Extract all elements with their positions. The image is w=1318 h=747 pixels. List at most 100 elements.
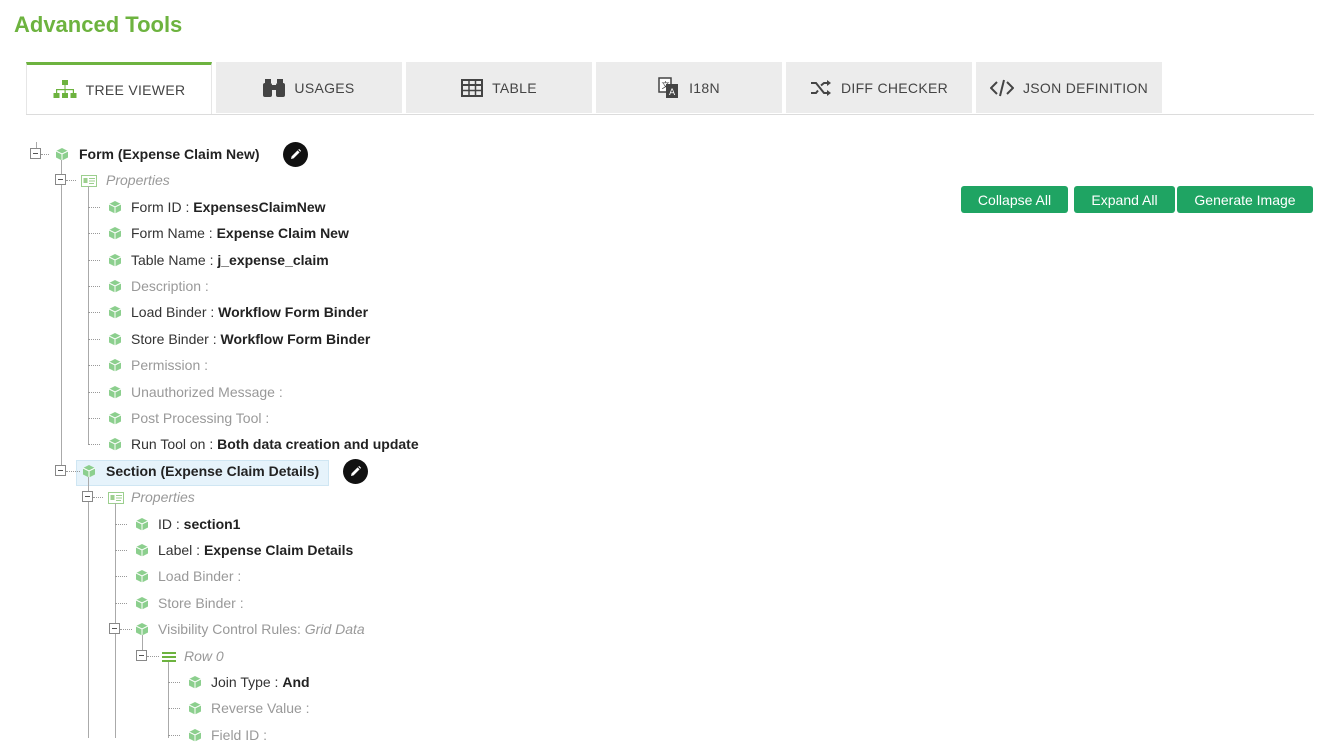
connector	[120, 629, 132, 631]
connector	[147, 655, 159, 657]
property-value: Expense Claim New	[216, 225, 349, 242]
tab-label: USAGES	[294, 79, 355, 96]
property-key: Join Type :	[211, 674, 283, 690]
property-key: Load Binder :	[131, 304, 219, 321]
tab-table[interactable]: TABLE	[406, 62, 592, 113]
collapse-toggle[interactable]	[55, 174, 66, 186]
collapse-toggle[interactable]	[109, 623, 120, 635]
connector	[88, 391, 100, 393]
page-title: Advanced Tools	[14, 12, 183, 37]
property-value: section1	[183, 515, 241, 532]
property-item: Permission :	[131, 357, 208, 373]
collapse-toggle[interactable]	[55, 464, 66, 476]
property-key: Permission :	[131, 357, 209, 374]
tab-usages[interactable]: USAGES	[216, 62, 402, 113]
binoculars-icon	[263, 78, 286, 97]
connector	[88, 476, 89, 738]
property-key: Section (Expense Claim Details)	[106, 462, 320, 479]
connector	[115, 523, 127, 525]
cube-icon	[108, 437, 122, 456]
connector	[115, 503, 116, 738]
connector	[142, 635, 143, 650]
connector	[115, 550, 127, 551]
cube-icon	[135, 596, 149, 615]
connector	[88, 418, 100, 419]
property-key: Form ID :	[131, 198, 194, 215]
cube-icon	[108, 358, 122, 377]
cube-icon	[188, 675, 202, 694]
connector	[168, 734, 180, 736]
collapse-toggle[interactable]	[136, 649, 147, 661]
tab-label: I18N	[689, 79, 720, 96]
generate-image-button[interactable]: Generate Image	[1177, 186, 1313, 213]
property-value: Workflow Form Binder	[218, 304, 369, 321]
properties-icon	[108, 491, 124, 509]
connector	[115, 576, 127, 578]
connector	[88, 444, 100, 446]
property-key: Post Processing Tool :	[131, 410, 270, 426]
section-node-label: Section (Expense Claim Details)	[106, 463, 319, 479]
property-key: Properties	[106, 172, 170, 189]
property-value: And	[282, 674, 310, 690]
property-item: ID : section1	[158, 516, 240, 532]
row-node-label: Row 0	[184, 648, 224, 664]
table-icon	[461, 78, 484, 97]
property-item: Join Type : And	[211, 674, 310, 690]
property-item: Label : Expense Claim Details	[158, 542, 353, 558]
tab-diff-checker[interactable]: DIFF CHECKER	[786, 62, 972, 113]
collapse-toggle[interactable]	[82, 491, 93, 503]
sitemap-icon	[53, 79, 77, 98]
property-key: Form (Expense Claim New)	[79, 146, 260, 162]
property-key: Table Name :	[131, 251, 218, 268]
edit-button[interactable]	[283, 142, 308, 167]
code-icon	[989, 79, 1014, 96]
property-key: Row 0	[184, 647, 224, 664]
tab-tree-viewer[interactable]: TREE VIEWER	[26, 62, 212, 114]
cube-icon	[108, 253, 122, 272]
expand-all-button[interactable]: Expand All	[1074, 186, 1175, 213]
property-item: Form ID : ExpensesClaimNew	[131, 199, 326, 215]
shuffle-icon	[810, 79, 831, 96]
connector	[88, 365, 100, 367]
cube-icon	[108, 332, 122, 351]
property-value: ExpensesClaimNew	[193, 198, 326, 215]
property-key: Label :	[158, 542, 204, 558]
properties-node-label: Properties	[106, 172, 170, 188]
property-item: Store Binder : Workflow Form Binder	[131, 331, 370, 347]
connector	[88, 233, 100, 235]
property-key: Grid Data	[304, 621, 365, 638]
connector	[88, 312, 100, 314]
property-value: Both data creation and update	[217, 436, 419, 453]
cube-icon	[108, 305, 122, 324]
edit-button[interactable]	[343, 458, 368, 484]
cube-icon	[108, 411, 122, 430]
language-icon: 文 A	[658, 76, 679, 98]
connector	[88, 338, 100, 340]
tab-bar: TREE VIEWER USAGES TABLE 文 A I18N DIFF C…	[26, 62, 1314, 115]
cube-icon	[82, 464, 96, 483]
connector	[93, 497, 103, 499]
pencil-icon	[291, 148, 302, 159]
property-key: Field ID :	[211, 726, 268, 743]
collapse-toggle[interactable]	[30, 148, 41, 159]
property-item: Run Tool on : Both data creation and upd…	[131, 436, 419, 452]
tab-i18n[interactable]: 文 A I18N	[596, 62, 782, 113]
property-key: Form Name :	[131, 225, 217, 242]
connector	[88, 206, 100, 208]
tab-label: TABLE	[492, 79, 537, 96]
property-key: ID :	[158, 515, 184, 532]
connector	[168, 682, 180, 683]
svg-text:A: A	[669, 88, 676, 98]
property-item: Unauthorized Message :	[131, 384, 283, 400]
property-key: Description :	[131, 278, 209, 294]
property-item: Table Name : j_expense_claim	[131, 252, 329, 268]
property-key: Properties	[131, 489, 195, 506]
tab-json-definition[interactable]: JSON DEFINITION	[976, 62, 1162, 113]
property-item: Form Name : Expense Claim New	[131, 225, 349, 241]
property-item: Load Binder : Workflow Form Binder	[131, 304, 368, 320]
cube-icon	[188, 701, 202, 720]
property-item: Post Processing Tool :	[131, 410, 269, 426]
cube-icon	[108, 226, 122, 245]
connector	[168, 661, 169, 738]
collapse-all-button[interactable]: Collapse All	[961, 186, 1068, 213]
